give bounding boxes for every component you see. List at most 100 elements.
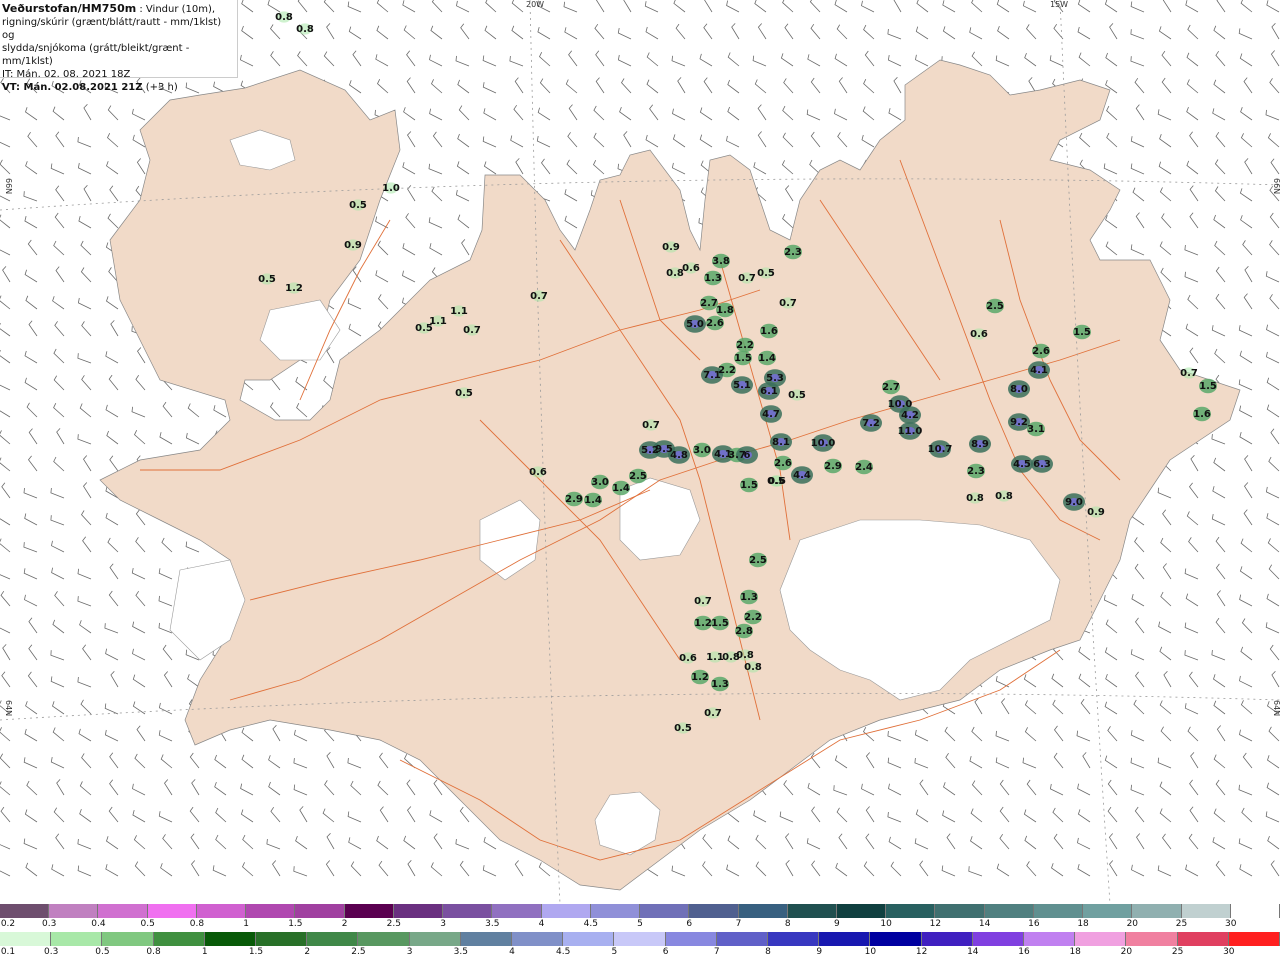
grid-label-64n-right: 64N xyxy=(1272,700,1280,716)
legend-swatch xyxy=(689,904,739,918)
valid-time-offset: (+3 h) xyxy=(142,82,178,93)
legend-swatch xyxy=(921,932,973,946)
legend-swatch xyxy=(716,932,769,946)
legend-tick-label: 3 xyxy=(440,919,446,929)
legend-swatch xyxy=(590,904,641,918)
precip-value-label: 0.5 xyxy=(349,200,367,211)
precip-value-label: 1.8 xyxy=(716,305,734,316)
legend-tick-label: 30 xyxy=(1223,947,1235,957)
precip-value-label: 2.9 xyxy=(824,461,842,472)
legend-tick-label: 4 xyxy=(509,947,515,957)
precip-value-label: 2.6 xyxy=(1032,346,1050,357)
precip-value-label: 4.5 xyxy=(1013,459,1031,470)
legend-swatch xyxy=(984,904,1034,918)
precip-value-label: 2.3 xyxy=(967,466,985,477)
legend-swatch xyxy=(1083,904,1133,918)
precip-value-label: 0.5 xyxy=(258,274,276,285)
grid-label-66n-left: 66N xyxy=(4,178,13,194)
grid-label-64n-left: 64N xyxy=(4,700,13,716)
legend-swatch xyxy=(0,904,50,918)
legend-rain-colorbar xyxy=(0,932,1280,946)
precip-value-label: 1.5 xyxy=(740,480,758,491)
legend-tick-label: 0.5 xyxy=(140,919,155,929)
precip-value-label: 1.5 xyxy=(711,618,729,629)
map-header: Veðurstofan/HM750m : Vindur (10m), rigni… xyxy=(0,0,238,93)
legend-swatch xyxy=(49,904,99,918)
precip-value-label: 0.6 xyxy=(970,329,988,340)
precip-value-label: 0.7 xyxy=(738,273,756,284)
legend-tick-label: 2 xyxy=(341,919,348,929)
legend-tick-label: 8 xyxy=(765,947,771,957)
legend-snow-labels: 0.2 0.3 0.4 0.5 0.8 1 1.5 2 2.5 3 3.5 4 4.5 5 6 7 8 9 10 12… xyxy=(0,919,1280,931)
precip-value-label: 1.6 xyxy=(760,326,778,337)
legend-tick-label: 4 xyxy=(538,919,545,929)
legend-swatch xyxy=(768,932,820,946)
model-title: Veðurstofan/HM750m xyxy=(2,2,137,15)
legend-tick-label: 10 xyxy=(880,919,892,929)
legend-swatch xyxy=(640,904,690,918)
legend-tick-label: 9 xyxy=(834,919,840,929)
legend-tick-label: 20 xyxy=(1120,947,1133,957)
precip-value-label: 0.5 xyxy=(757,268,775,279)
precip-value-label: 6.1 xyxy=(760,386,778,397)
precip-value-label: 5.3 xyxy=(766,373,784,384)
precip-value-label: 0.7 xyxy=(463,325,481,336)
precip-value-label: 8.9 xyxy=(971,439,989,450)
legend-swatch xyxy=(492,904,542,918)
precip-value-label: 2.5 xyxy=(986,301,1004,312)
grid-label-20w: 20W xyxy=(526,0,544,9)
legend-swatch xyxy=(886,904,936,918)
grid-label-66n-right: 66N xyxy=(1272,178,1280,194)
precip-value-label: 0.7 xyxy=(704,708,722,719)
legend-tick-label: 8 xyxy=(784,919,791,929)
legend-swatch xyxy=(393,904,444,918)
precip-value-label: 0.6 xyxy=(529,467,547,478)
legend-tick-label: 1.5 xyxy=(248,947,264,957)
legend-tick-label: 0.4 xyxy=(91,919,106,929)
precip-value-label: 0.5 xyxy=(455,388,473,399)
legend-tick-label: 18 xyxy=(1077,919,1089,929)
legend-swatch xyxy=(443,904,493,918)
legend-swatch xyxy=(1126,932,1178,946)
precip-value-label: 6 xyxy=(744,450,751,461)
legend-swatch xyxy=(358,932,410,946)
legend-snow-colorbar xyxy=(0,904,1280,918)
precip-value-label: 0.7 xyxy=(694,596,712,607)
legend-swatch xyxy=(665,932,717,946)
legend-tick-label: 0.2 xyxy=(0,919,16,929)
precip-value-label: 4.8 xyxy=(670,450,688,461)
legend-tick-label: 7 xyxy=(735,919,742,929)
legend-tick-label: 0.8 xyxy=(146,947,161,957)
valid-time: VT: Mán. 02.08.2021 21Z xyxy=(2,82,143,93)
legend-swatch xyxy=(870,932,922,946)
precip-value-label: 1.1 xyxy=(450,306,468,317)
legend-swatch xyxy=(51,932,103,946)
legend-tick-label: 0.3 xyxy=(42,919,57,929)
legend-swatch xyxy=(295,904,345,918)
precip-value-label: 0.7 xyxy=(642,420,660,431)
issue-time: IT: Mán. 02. 08. 2021 18Z xyxy=(2,69,131,80)
legend-tick-label: 3 xyxy=(406,947,413,957)
legend-tick-label: 3.5 xyxy=(453,947,468,957)
legend-swatch xyxy=(409,932,461,946)
legend-swatch xyxy=(1177,932,1229,946)
precip-value-label: 0.9 xyxy=(344,240,362,251)
precip-value-label: 5.0 xyxy=(686,319,704,330)
legend-swatch xyxy=(0,932,52,946)
precip-value-label: 8.1 xyxy=(772,437,790,448)
precip-value-label: 0.6 xyxy=(682,263,700,274)
legend-tick-label: 18 xyxy=(1069,947,1081,957)
legend-tick-label: 4.5 xyxy=(583,919,598,929)
precip-value-label: 0.8 xyxy=(744,662,762,673)
precip-value-label: 0.8 xyxy=(275,12,293,23)
legend-tick-label: 7 xyxy=(713,947,720,957)
legend-tick-label: 5 xyxy=(637,919,643,929)
legend-tick-label: 2.5 xyxy=(351,947,366,957)
legend-tick-label: 0.8 xyxy=(189,919,205,929)
precip-value-label: 3.8 xyxy=(712,256,730,267)
legend-swatch xyxy=(102,932,154,946)
legend-tick-label: 25 xyxy=(1175,919,1188,929)
precip-value-label: 1.5 xyxy=(1073,327,1091,338)
precip-value-label: 0.8 xyxy=(995,491,1013,502)
precip-value-label: 8.0 xyxy=(1010,384,1028,395)
